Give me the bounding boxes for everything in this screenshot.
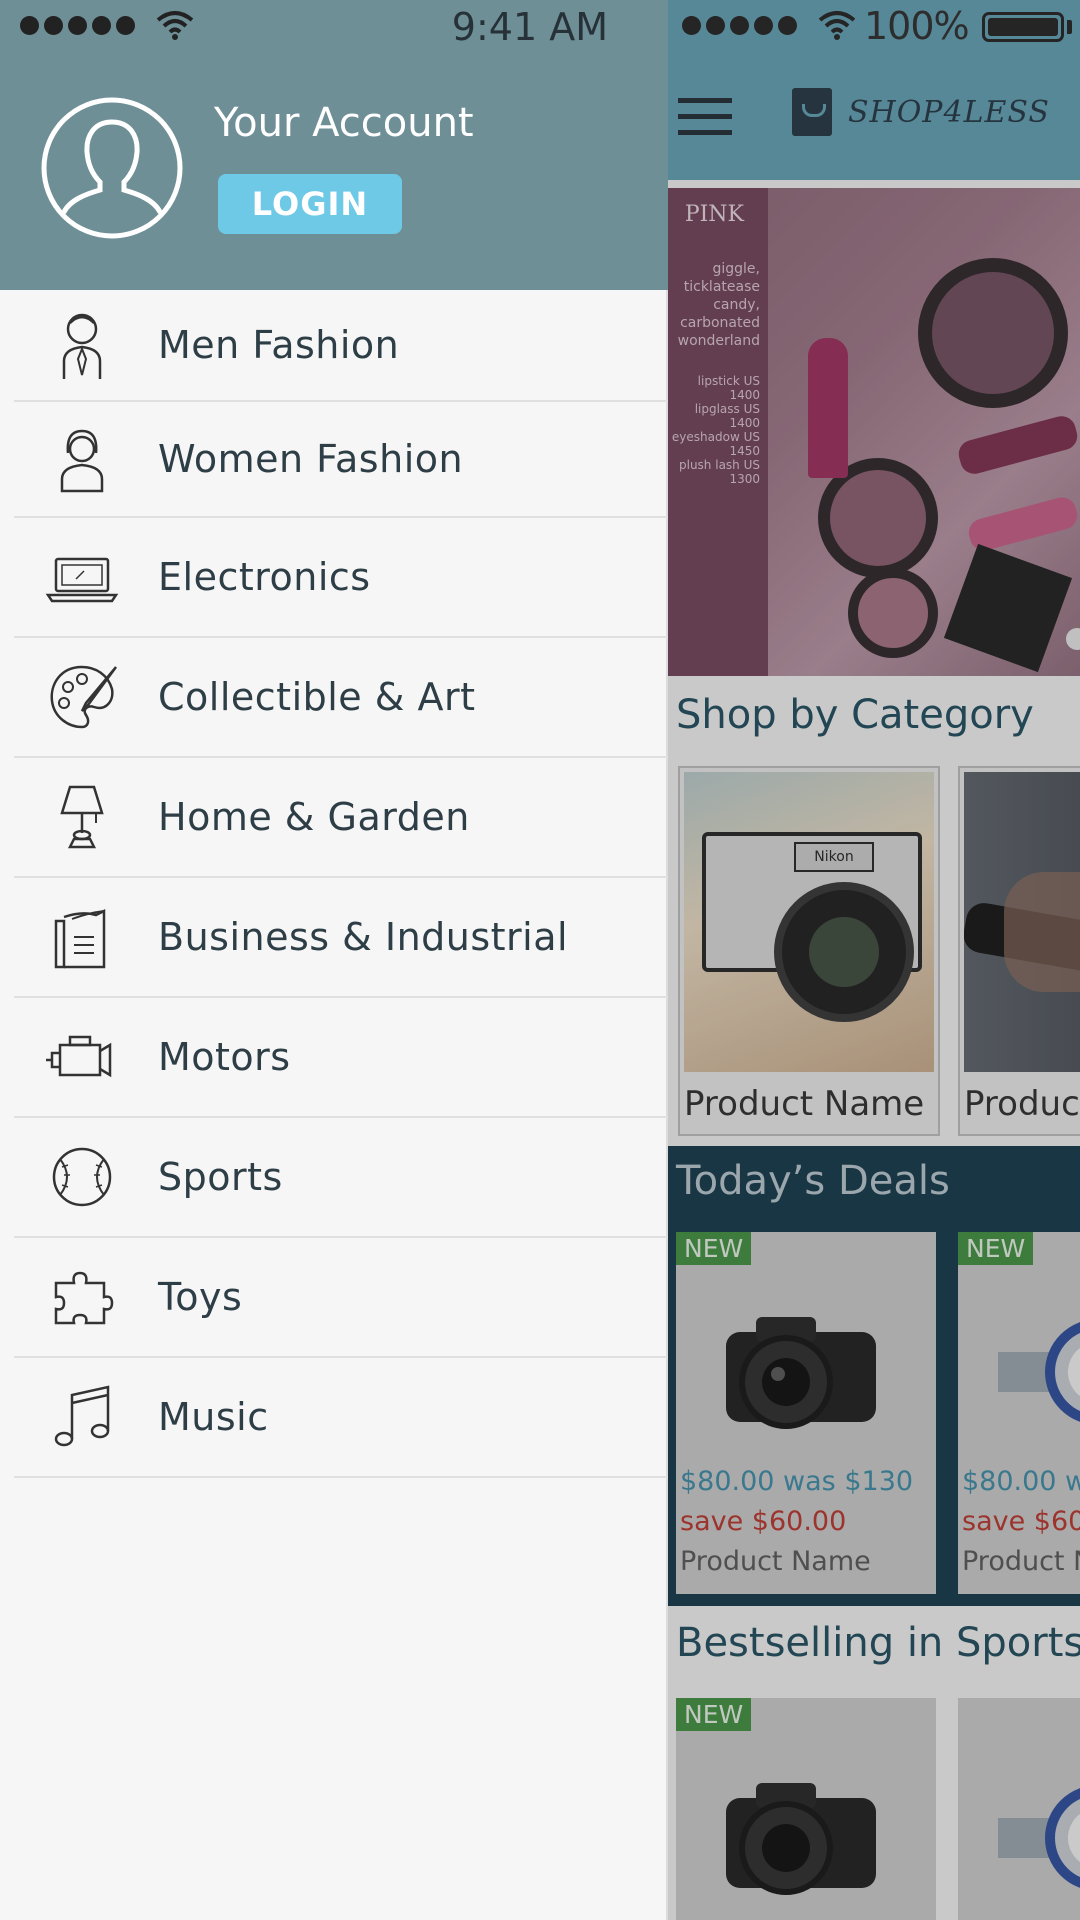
camera-brand: Nikon bbox=[794, 842, 874, 872]
eyeshadow-box-image bbox=[943, 543, 1073, 673]
banner-brand: PINK bbox=[684, 202, 744, 227]
new-badge: NEW bbox=[958, 1232, 1034, 1265]
banner-spec: lipglass US 1400 bbox=[694, 402, 760, 430]
drawer-header: 9:41 AM Your Account LOGIN bbox=[0, 0, 668, 290]
makeup-compact-image bbox=[918, 258, 1068, 408]
promo-banner[interactable]: PINK giggle, ticklatease candy, carbonat… bbox=[668, 188, 1080, 676]
menu-item-electronics[interactable]: Electronics bbox=[14, 518, 668, 638]
banner-line: ticklatease bbox=[683, 279, 760, 295]
menu-item-collectible-art[interactable]: Collectible & Art bbox=[14, 638, 668, 758]
menu-item-women-fashion[interactable]: Women Fashion bbox=[14, 402, 668, 518]
battery-icon bbox=[982, 12, 1064, 42]
banner-spec: eyeshadow US 1450 bbox=[671, 430, 760, 458]
menu-item-label: Business & Industrial bbox=[158, 915, 569, 959]
category-card-name: Product Name bbox=[684, 1084, 925, 1124]
account-title: Your Account bbox=[214, 100, 474, 146]
woman-icon bbox=[60, 429, 104, 493]
engine-icon bbox=[46, 1035, 112, 1078]
menu-item-motors[interactable]: Motors bbox=[14, 998, 668, 1118]
menu-item-men-fashion[interactable]: Men Fashion bbox=[14, 290, 668, 402]
menu-item-label: Men Fashion bbox=[158, 323, 400, 367]
avatar-icon[interactable] bbox=[40, 96, 184, 240]
signal-icon bbox=[682, 16, 802, 39]
menu-item-label: Music bbox=[158, 1395, 269, 1439]
new-badge: NEW bbox=[676, 1698, 752, 1731]
bestselling-card[interactable]: NEW bbox=[676, 1698, 936, 1920]
top-app-bar: 100% SHOP4LESS bbox=[668, 0, 1080, 180]
banner-spec: plush lash US 1300 bbox=[679, 458, 760, 486]
deal-savings: save $60.00 bbox=[962, 1506, 1080, 1537]
category-card[interactable]: Nikon Product Name bbox=[678, 766, 940, 1136]
banner-line: wonderland bbox=[677, 333, 760, 349]
bestselling-title: Bestselling in Sports bbox=[676, 1620, 1080, 1666]
menu-item-label: Electronics bbox=[158, 555, 371, 599]
category-menu: Men Fashion Women Fashion Electronics Co… bbox=[14, 290, 668, 1478]
signal-icon bbox=[20, 16, 140, 39]
shopping-bag-icon bbox=[792, 88, 832, 136]
lipstick-image bbox=[808, 338, 848, 478]
palette-icon bbox=[50, 665, 118, 729]
deal-card[interactable]: NEW $80.00 was $130 save $60.00 Product … bbox=[958, 1232, 1080, 1594]
banner-line: candy, bbox=[713, 297, 760, 313]
banner-line: giggle, bbox=[712, 261, 760, 277]
category-card[interactable]: Product Name bbox=[958, 766, 1080, 1136]
category-card-name: Product Name bbox=[964, 1084, 1080, 1124]
deal-product-name: Product Name bbox=[962, 1546, 1080, 1577]
logo-text: SHOP4LESS bbox=[848, 94, 1050, 130]
menu-item-label: Home & Garden bbox=[158, 795, 470, 839]
deal-product-name: Product Name bbox=[680, 1546, 871, 1577]
watch-image bbox=[998, 1788, 1080, 1888]
status-time: 9:41 AM bbox=[451, 5, 608, 49]
menu-item-home-garden[interactable]: Home & Garden bbox=[14, 758, 668, 878]
baseball-icon bbox=[52, 1147, 112, 1207]
laptop-icon bbox=[45, 557, 119, 603]
lamp-icon bbox=[60, 785, 104, 849]
menu-item-label: Motors bbox=[158, 1035, 291, 1079]
deal-savings: save $60.00 bbox=[680, 1506, 847, 1537]
menu-item-sports[interactable]: Sports bbox=[14, 1118, 668, 1238]
menu-item-label: Toys bbox=[158, 1275, 243, 1319]
menu-icon[interactable] bbox=[678, 98, 732, 136]
banner-line: carbonated bbox=[680, 315, 760, 331]
shop-by-category-title: Shop by Category bbox=[676, 692, 1034, 738]
banner-text-card: PINK giggle, ticklatease candy, carbonat… bbox=[668, 188, 768, 676]
banner-spec: lipstick US 1400 bbox=[697, 374, 760, 402]
menu-item-music[interactable]: Music bbox=[14, 1358, 668, 1478]
deal-price: $80.00 was $130 bbox=[680, 1466, 914, 1497]
new-badge: NEW bbox=[676, 1232, 752, 1265]
makeup-compact-image bbox=[848, 568, 938, 658]
camera-image: Nikon bbox=[684, 772, 934, 1072]
lipstick-image bbox=[955, 413, 1080, 477]
main-screen: 100% SHOP4LESS PINK giggle, ticklatease … bbox=[668, 0, 1080, 1920]
login-button[interactable]: LOGIN bbox=[218, 174, 402, 234]
app-logo[interactable]: SHOP4LESS bbox=[792, 88, 1050, 136]
bestselling-card[interactable] bbox=[958, 1698, 1080, 1920]
status-bar: 100% bbox=[668, 0, 1080, 56]
battery-percentage: 100% bbox=[864, 4, 970, 48]
phone-hand-image bbox=[964, 772, 1080, 1072]
wifi-icon bbox=[156, 11, 194, 40]
dslr-camera-image bbox=[726, 1317, 876, 1429]
documents-icon bbox=[54, 908, 106, 969]
puzzle-icon bbox=[54, 1271, 114, 1325]
menu-item-toys[interactable]: Toys bbox=[14, 1238, 668, 1358]
watch-image bbox=[998, 1322, 1080, 1422]
carousel-indicator[interactable] bbox=[1066, 628, 1080, 650]
menu-item-label: Women Fashion bbox=[158, 437, 464, 481]
menu-item-label: Sports bbox=[158, 1155, 283, 1199]
menu-item-business-industrial[interactable]: Business & Industrial bbox=[14, 878, 668, 998]
deal-card[interactable]: NEW $80.00 was $130 save $60.00 Product … bbox=[676, 1232, 936, 1594]
man-icon bbox=[62, 313, 102, 379]
deal-price: $80.00 was $130 bbox=[962, 1466, 1080, 1497]
navigation-drawer: 9:41 AM Your Account LOGIN Men Fashion W… bbox=[0, 0, 668, 1920]
wifi-icon bbox=[818, 11, 856, 40]
dslr-camera-image bbox=[726, 1783, 876, 1895]
music-note-icon bbox=[54, 1385, 110, 1447]
todays-deals-section: Today’s Deals NEW $80.00 was $130 save $… bbox=[668, 1146, 1080, 1606]
todays-deals-title: Today’s Deals bbox=[676, 1158, 950, 1204]
menu-item-label: Collectible & Art bbox=[158, 675, 476, 719]
